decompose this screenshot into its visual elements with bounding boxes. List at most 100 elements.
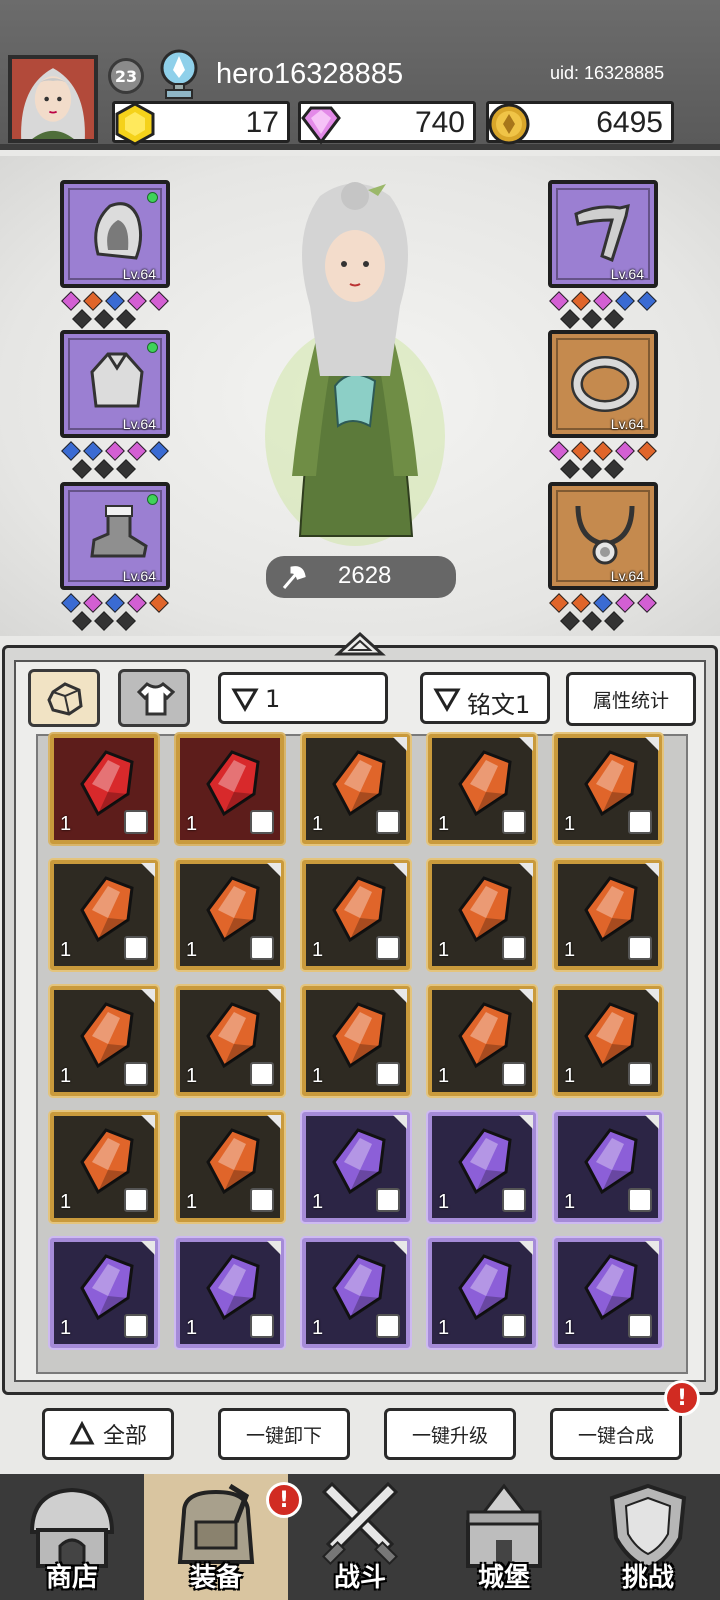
- rune-filter-dropdown[interactable]: 铭文1: [420, 672, 550, 724]
- rune-cell[interactable]: 1: [554, 734, 662, 844]
- ring-icon: [571, 356, 639, 412]
- equip-level: Lv.64: [122, 568, 156, 584]
- weapon-slot-icon: [376, 1062, 400, 1086]
- rune-count: 1: [438, 1191, 450, 1213]
- necklace-icon: [575, 505, 635, 565]
- power-icon: [282, 566, 306, 589]
- rune-count: 1: [312, 813, 324, 835]
- rune-cell[interactable]: 1: [554, 860, 662, 970]
- attribute-stats-button[interactable]: 属性统计: [566, 672, 696, 726]
- coin-currency[interactable]: 6495: [486, 101, 674, 145]
- rune-corner-marker: [141, 863, 155, 877]
- hood-slot-icon: [628, 1062, 652, 1086]
- nav-castle[interactable]: 城堡: [432, 1474, 576, 1600]
- panel-collapse-handle[interactable]: [334, 630, 386, 658]
- nav-shop[interactable]: 商店: [0, 1474, 144, 1600]
- rune-cell[interactable]: 1: [428, 1112, 536, 1222]
- socket-gems: [549, 441, 660, 482]
- rune-cell[interactable]: 1: [176, 986, 284, 1096]
- filter-all-button[interactable]: 全部: [42, 1408, 174, 1460]
- rune-cell[interactable]: 1: [302, 986, 410, 1096]
- rune-cell[interactable]: 1: [554, 1112, 662, 1222]
- player-level-badge: 23: [108, 58, 144, 94]
- rune-cell[interactable]: 1: [50, 1112, 158, 1222]
- merge-all-button[interactable]: 一键合成: [550, 1408, 682, 1460]
- rune-corner-marker: [519, 989, 533, 1003]
- ring-slot-icon: [502, 1188, 526, 1212]
- diamond-currency[interactable]: 740: [298, 101, 476, 145]
- rune-count: 1: [60, 1191, 72, 1213]
- rune-corner-marker: [267, 1115, 281, 1129]
- unequip-all-button[interactable]: 一键卸下: [218, 1408, 350, 1460]
- weapon-icon: [574, 203, 630, 262]
- equipped-indicator: [147, 494, 158, 505]
- rune-count: 1: [438, 1317, 450, 1339]
- rune-cell[interactable]: 1: [428, 734, 536, 844]
- rune-cell[interactable]: 1: [428, 1238, 536, 1348]
- rune-count: 1: [312, 1191, 324, 1213]
- rune-cell[interactable]: 1: [176, 860, 284, 970]
- rune-count: 1: [564, 813, 576, 835]
- equip-slot-weapon[interactable]: Lv.64: [548, 180, 658, 288]
- rune-count: 1: [186, 813, 198, 835]
- equip-level: Lv.64: [122, 416, 156, 432]
- rune-cell[interactable]: 1: [302, 734, 410, 844]
- level-filter-dropdown[interactable]: 1: [218, 672, 388, 724]
- cloak-slot-icon: [250, 1314, 274, 1338]
- cloak-slot-icon: [124, 936, 148, 960]
- rune-cell[interactable]: 1: [176, 1112, 284, 1222]
- gold-gem-currency[interactable]: 17: [112, 101, 290, 146]
- rune-cell[interactable]: 1: [302, 860, 410, 970]
- combat-power: 2628: [266, 556, 456, 598]
- equip-slot-feet[interactable]: Lv.64: [60, 482, 170, 590]
- rune-cell[interactable]: 1: [50, 1238, 158, 1348]
- cloak-slot-icon: [376, 936, 400, 960]
- rune-cell[interactable]: 1: [428, 986, 536, 1096]
- hood-slot-icon: [124, 1188, 148, 1212]
- equip-slot-body[interactable]: Lv.64: [60, 330, 170, 438]
- equipped-indicator: [147, 192, 158, 203]
- rune-count: 1: [312, 1317, 324, 1339]
- rune-corner-marker: [645, 737, 659, 751]
- rune-cell[interactable]: 1: [50, 734, 158, 844]
- necklace-slot-icon: [250, 1188, 274, 1212]
- equip-level: Lv.64: [610, 416, 644, 432]
- merge-alert-badge: !: [664, 1380, 700, 1416]
- hero-character[interactable]: [240, 176, 470, 556]
- level-filter-value: 1: [265, 685, 281, 713]
- trophy-icon[interactable]: [154, 48, 204, 100]
- combat-power-value: 2628: [338, 562, 392, 589]
- ring-slot-icon: [124, 1314, 148, 1338]
- equip-slot-necklace[interactable]: Lv.64: [548, 482, 658, 590]
- rune-count: 1: [60, 1065, 72, 1087]
- rune-cell[interactable]: 1: [428, 860, 536, 970]
- rune-corner-marker: [393, 1115, 407, 1129]
- rune-cell[interactable]: 1: [176, 1238, 284, 1348]
- rune-cell[interactable]: 1: [302, 1238, 410, 1348]
- rune-cell[interactable]: 1: [50, 860, 158, 970]
- rune-count: 1: [60, 1317, 72, 1339]
- player-avatar[interactable]: [8, 55, 98, 143]
- rune-corner-marker: [519, 737, 533, 751]
- equip-slot-head[interactable]: Lv.64: [60, 180, 170, 288]
- upgrade-all-button[interactable]: 一键升级: [384, 1408, 516, 1460]
- equip-level: Lv.64: [610, 568, 644, 584]
- nav-challenge[interactable]: 挑战: [576, 1474, 720, 1600]
- rune-count: 1: [438, 939, 450, 961]
- rune-cell[interactable]: 1: [554, 986, 662, 1096]
- tab-runes[interactable]: [28, 669, 100, 727]
- rune-corner-marker: [519, 1115, 533, 1129]
- rune-corner-marker: [645, 1241, 659, 1255]
- nav-challenge-label: 挑战: [621, 1563, 674, 1593]
- equip-slot-ring[interactable]: Lv.64: [548, 330, 658, 438]
- rune-cell[interactable]: 1: [554, 1238, 662, 1348]
- rune-cell[interactable]: 1: [302, 1112, 410, 1222]
- rune-count: 1: [312, 939, 324, 961]
- tab-skins[interactable]: [118, 669, 190, 727]
- nav-battle[interactable]: 战斗: [288, 1474, 432, 1600]
- rune-cell[interactable]: 1: [50, 986, 158, 1096]
- rune-cell[interactable]: 1: [176, 734, 284, 844]
- rune-corner-marker: [393, 989, 407, 1003]
- cloak-slot-icon: [376, 1314, 400, 1338]
- rune-count: 1: [186, 1191, 198, 1213]
